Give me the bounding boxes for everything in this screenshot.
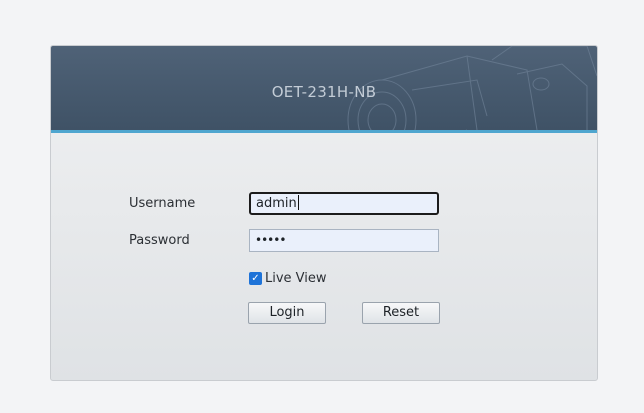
text-cursor [297, 195, 299, 210]
username-value: admin [256, 196, 297, 211]
password-label: Password [129, 233, 190, 248]
login-panel: OET-231H-NB Username admin Password ••••… [50, 45, 598, 381]
live-view-label: Live View [265, 271, 327, 286]
username-input[interactable]: admin [249, 192, 439, 215]
username-label: Username [129, 196, 196, 211]
device-title: OET-231H-NB [271, 83, 377, 101]
live-view-option[interactable]: ✓ Live View [249, 271, 327, 286]
login-header: OET-231H-NB [51, 46, 597, 130]
reset-button[interactable]: Reset [362, 302, 440, 324]
password-masked-value: ••••• [255, 233, 286, 247]
login-button[interactable]: Login [248, 302, 326, 324]
header-accent-line [51, 130, 597, 133]
live-view-checkbox[interactable]: ✓ [249, 272, 262, 285]
password-input[interactable]: ••••• [249, 229, 439, 252]
